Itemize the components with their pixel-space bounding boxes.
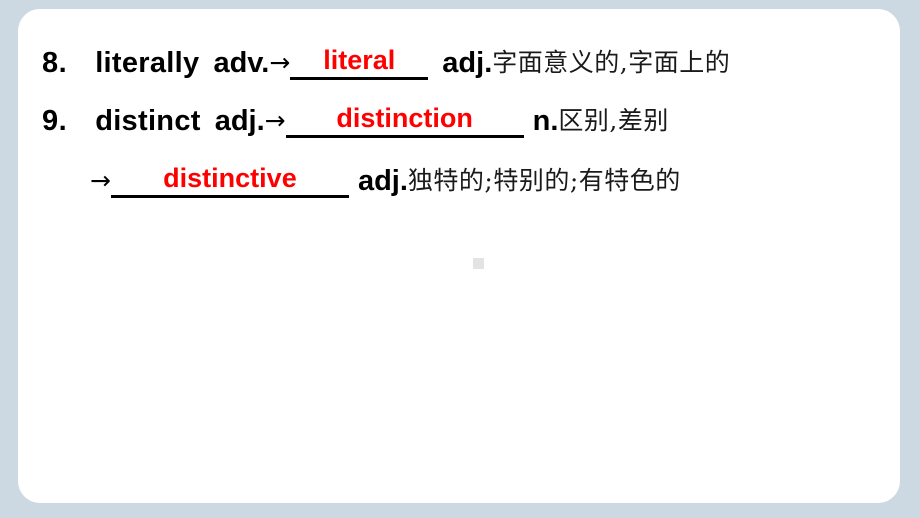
source-part-of-speech: adv. — [213, 47, 270, 79]
arrow-icon: → — [90, 166, 111, 195]
answer-blank-1[interactable]: literal — [290, 43, 429, 80]
target-part-of-speech: n. — [532, 105, 559, 137]
content-card: 8. literally adv. → literal adj. 字面意义的,字… — [18, 9, 900, 503]
target-part-of-speech: adj. — [442, 47, 493, 79]
answer-text: distinction — [336, 103, 473, 133]
arrow-icon: → — [264, 106, 286, 135]
chinese-meaning: 独特的;特别的;有特色的 — [407, 166, 681, 195]
arrow-icon: → — [269, 48, 291, 77]
chinese-meaning: 区别,差别 — [558, 106, 669, 135]
target-part-of-speech: adj. — [357, 165, 408, 197]
source-word: literally — [95, 47, 200, 79]
vocab-entry-9: 9. distinct adj. → distinction n. 区别,差别 — [42, 101, 669, 138]
vocab-entry-8: 8. literally adv. → literal adj. 字面意义的,字… — [42, 43, 730, 80]
chinese-meaning: 字面意义的,字面上的 — [492, 48, 731, 77]
vocab-entry-9-derivative: → distinctive adj. 独特的;特别的;有特色的 — [90, 161, 681, 198]
placeholder-dot — [473, 258, 484, 269]
item-number: 8. — [42, 47, 68, 79]
slide-canvas: 8. literally adv. → literal adj. 字面意义的,字… — [0, 0, 920, 518]
item-number: 9. — [42, 105, 68, 137]
answer-blank-2[interactable]: distinction — [285, 101, 524, 138]
answer-text: literal — [323, 45, 396, 75]
answer-blank-3[interactable]: distinctive — [110, 161, 349, 198]
answer-text: distinctive — [163, 163, 297, 193]
source-part-of-speech: adj. — [214, 105, 265, 137]
source-word: distinct — [95, 105, 201, 137]
